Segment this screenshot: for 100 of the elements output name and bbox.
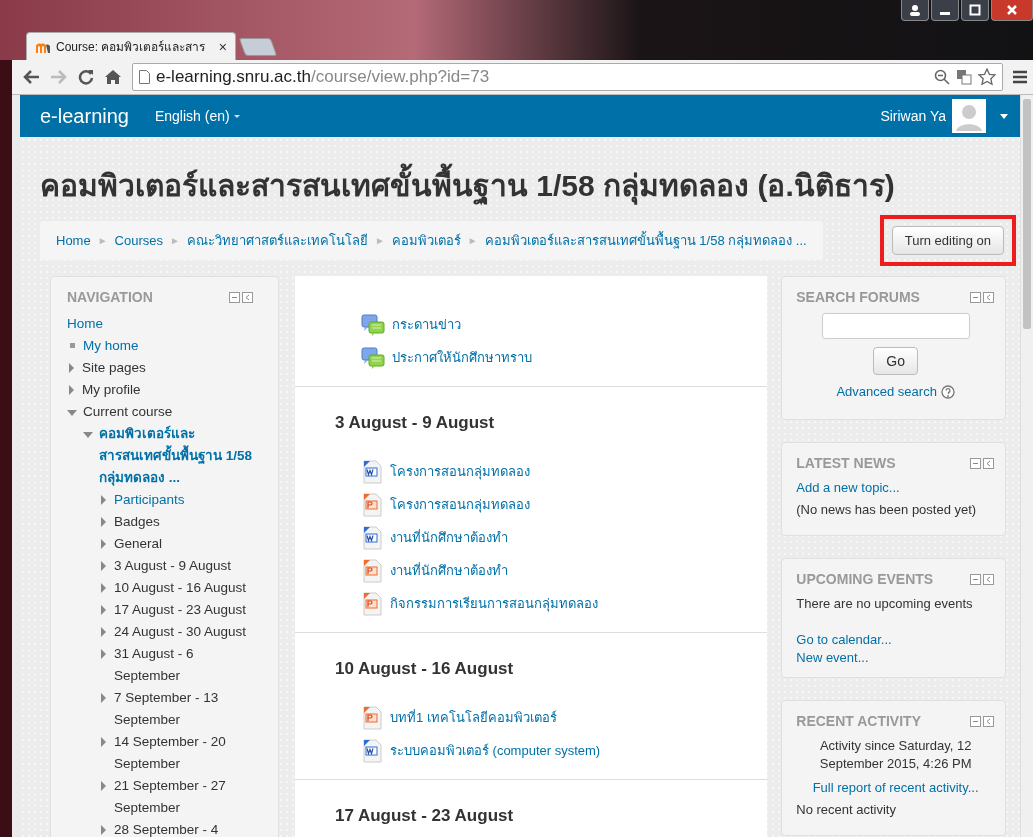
turn-editing-on-button[interactable]: Turn editing on — [891, 226, 1004, 255]
block-controls-icon[interactable] — [970, 457, 995, 469]
language-menu[interactable]: English (en) — [154, 108, 240, 124]
navigation-item[interactable]: 24 August - 30 August — [114, 621, 254, 643]
collapsed-triangle-icon[interactable] — [101, 781, 106, 791]
menu-icon[interactable] — [1013, 70, 1027, 84]
url-text: e-learning.snru.ac.th/course/view.php?id=73 — [156, 67, 490, 87]
collapsed-triangle-icon[interactable] — [101, 737, 106, 747]
presentation-document-icon[interactable] — [360, 705, 383, 730]
breadcrumb-link[interactable]: คอมพิวเตอร์ — [391, 230, 461, 251]
collapsed-triangle-icon[interactable] — [101, 605, 106, 615]
site-brand[interactable]: e-learning — [40, 104, 129, 128]
activity-link[interactable]: โครงการสอนกลุ่มทดลอง — [389, 461, 530, 482]
navigation-item[interactable]: 10 August - 16 August — [114, 577, 254, 599]
minimize-icon[interactable] — [931, 0, 959, 21]
activity-link[interactable]: ประกาศให้นักศึกษาทราบ — [391, 347, 532, 368]
expanded-triangle-icon[interactable] — [83, 432, 93, 438]
advanced-search-link[interactable]: Advanced search — [836, 383, 937, 401]
breadcrumb-link[interactable]: Courses — [114, 233, 163, 248]
block-controls-icon[interactable] — [970, 715, 995, 727]
block-title: NAVIGATION — [67, 289, 153, 305]
expanded-triangle-icon[interactable] — [67, 410, 77, 416]
navigation-item[interactable]: 3 August - 9 August — [114, 555, 254, 577]
forward-arrow-icon[interactable] — [50, 69, 68, 85]
presentation-document-icon[interactable] — [360, 591, 383, 616]
browser-tab[interactable]: Course: คอมพิวเตอร์และสาร × — [26, 32, 236, 60]
search-field[interactable] — [821, 313, 970, 339]
user-icon[interactable] — [901, 0, 929, 21]
collapsed-triangle-icon[interactable] — [69, 363, 74, 373]
word-document-icon[interactable] — [360, 525, 383, 550]
presentation-document-icon[interactable] — [360, 492, 383, 517]
navigation-item[interactable]: 28 September - 4 — [114, 819, 254, 837]
chat-bubbles-icon[interactable] — [360, 312, 385, 337]
breadcrumb-link[interactable]: คณะวิทยาศาสตร์และเทคโนโลยี — [186, 230, 368, 251]
collapsed-triangle-icon[interactable] — [101, 561, 106, 571]
navigation-link[interactable]: Participants — [114, 489, 254, 511]
section-title: 17 August - 23 August — [334, 806, 515, 826]
chat-bubbles-icon[interactable] — [360, 345, 385, 370]
block-controls-icon[interactable] — [228, 291, 254, 303]
navigation-link[interactable]: My home — [83, 335, 254, 357]
bullet-icon — [70, 343, 75, 348]
home-icon[interactable] — [104, 69, 122, 85]
collapsed-triangle-icon[interactable] — [101, 495, 106, 505]
back-arrow-icon[interactable] — [22, 69, 40, 85]
scrollbar-thumb[interactable] — [1023, 99, 1031, 329]
navigation-link[interactable]: คอมพิวเตอร์และสารสนเทศขั้นพื้นฐาน 1/58 กลุ่มทดลอง ... — [99, 423, 254, 489]
activity-link[interactable]: กิจกรรมการเรียนการสอนกลุ่มทดลอง — [389, 593, 598, 614]
block-controls-icon[interactable] — [970, 573, 995, 585]
block-text: No recent activity — [796, 801, 897, 819]
caret-icon[interactable] — [1000, 113, 1008, 119]
presentation-document-icon[interactable] — [360, 558, 383, 583]
navigation-item[interactable]: 7 September - 13 September — [114, 687, 254, 731]
navigation-item[interactable]: 31 August - 6 September — [114, 643, 254, 687]
navigation-item[interactable]: General — [114, 533, 254, 555]
collapsed-triangle-icon[interactable] — [101, 693, 106, 703]
collapsed-triangle-icon[interactable] — [101, 825, 106, 835]
collapsed-triangle-icon[interactable] — [101, 583, 106, 593]
activity-link[interactable]: ระบบคอมพิวเตอร์ (computer system) — [389, 740, 601, 761]
reload-icon[interactable] — [78, 69, 94, 85]
collapsed-triangle-icon[interactable] — [101, 539, 106, 549]
navigation-item[interactable]: 17 August - 23 August — [114, 599, 254, 621]
breadcrumb-link[interactable]: Home — [56, 233, 91, 248]
activity-link[interactable]: บทที่1 เทคโนโลยีคอมพิวเตอร์ — [389, 707, 557, 728]
close-icon[interactable] — [991, 0, 1033, 21]
breadcrumb-link[interactable]: คอมพิวเตอร์และสารสนเทศขั้นพื้นฐาน 1/58 กลุ่มทดลอง ... — [484, 230, 807, 251]
word-document-icon[interactable] — [360, 459, 383, 484]
maximize-icon[interactable] — [961, 0, 989, 21]
block-link[interactable]: Add a new topic... — [796, 479, 995, 497]
address-bar[interactable]: e-learning.snru.ac.th/course/view.php?id=73 — [132, 63, 1003, 91]
scrollbar[interactable] — [1020, 95, 1033, 837]
block-title: UPCOMING EVENTS — [796, 571, 934, 587]
star-icon[interactable] — [978, 68, 996, 86]
block-link[interactable]: New event... — [796, 649, 995, 667]
navigation-item[interactable]: Current course — [83, 401, 254, 423]
zoom-icon[interactable] — [934, 69, 950, 85]
navigation-item[interactable]: 14 September - 20 September — [114, 731, 254, 775]
word-document-icon[interactable] — [360, 738, 383, 763]
navigation-item[interactable]: Badges — [114, 511, 254, 533]
tab-close-button[interactable]: × — [218, 38, 227, 55]
collapsed-triangle-icon[interactable] — [69, 385, 74, 395]
breadcrumb-separator-icon: ► — [467, 235, 478, 246]
navigation-item[interactable]: 21 September - 27 September — [114, 775, 254, 819]
collapsed-triangle-icon[interactable] — [101, 649, 106, 659]
user-name[interactable]: Siriwan Ya — [880, 108, 946, 124]
block-link[interactable]: Go to calendar... — [796, 631, 995, 649]
section-title: 3 August - 9 August — [334, 413, 496, 433]
block-controls-icon[interactable] — [970, 291, 995, 303]
collapsed-triangle-icon[interactable] — [101, 517, 106, 527]
navigation-link[interactable]: Home — [67, 313, 254, 335]
activity-link[interactable]: งานที่นักศึกษาต้องทำ — [389, 527, 508, 548]
navigation-item[interactable]: Site pages — [82, 357, 254, 379]
help-icon[interactable] — [940, 385, 955, 399]
activity-link[interactable]: กระดานข่าว — [391, 314, 461, 335]
activity-link[interactable]: งานที่นักศึกษาต้องทำ — [389, 560, 508, 581]
block-link[interactable]: Full report of recent activity... — [796, 779, 995, 797]
collapsed-triangle-icon[interactable] — [101, 627, 106, 637]
go-button[interactable]: Go — [873, 347, 918, 375]
activity-link[interactable]: โครงการสอนกลุ่มทดลอง — [389, 494, 530, 515]
navigation-item[interactable]: My profile — [82, 379, 254, 401]
breadcrumb-separator-icon: ► — [170, 235, 180, 246]
